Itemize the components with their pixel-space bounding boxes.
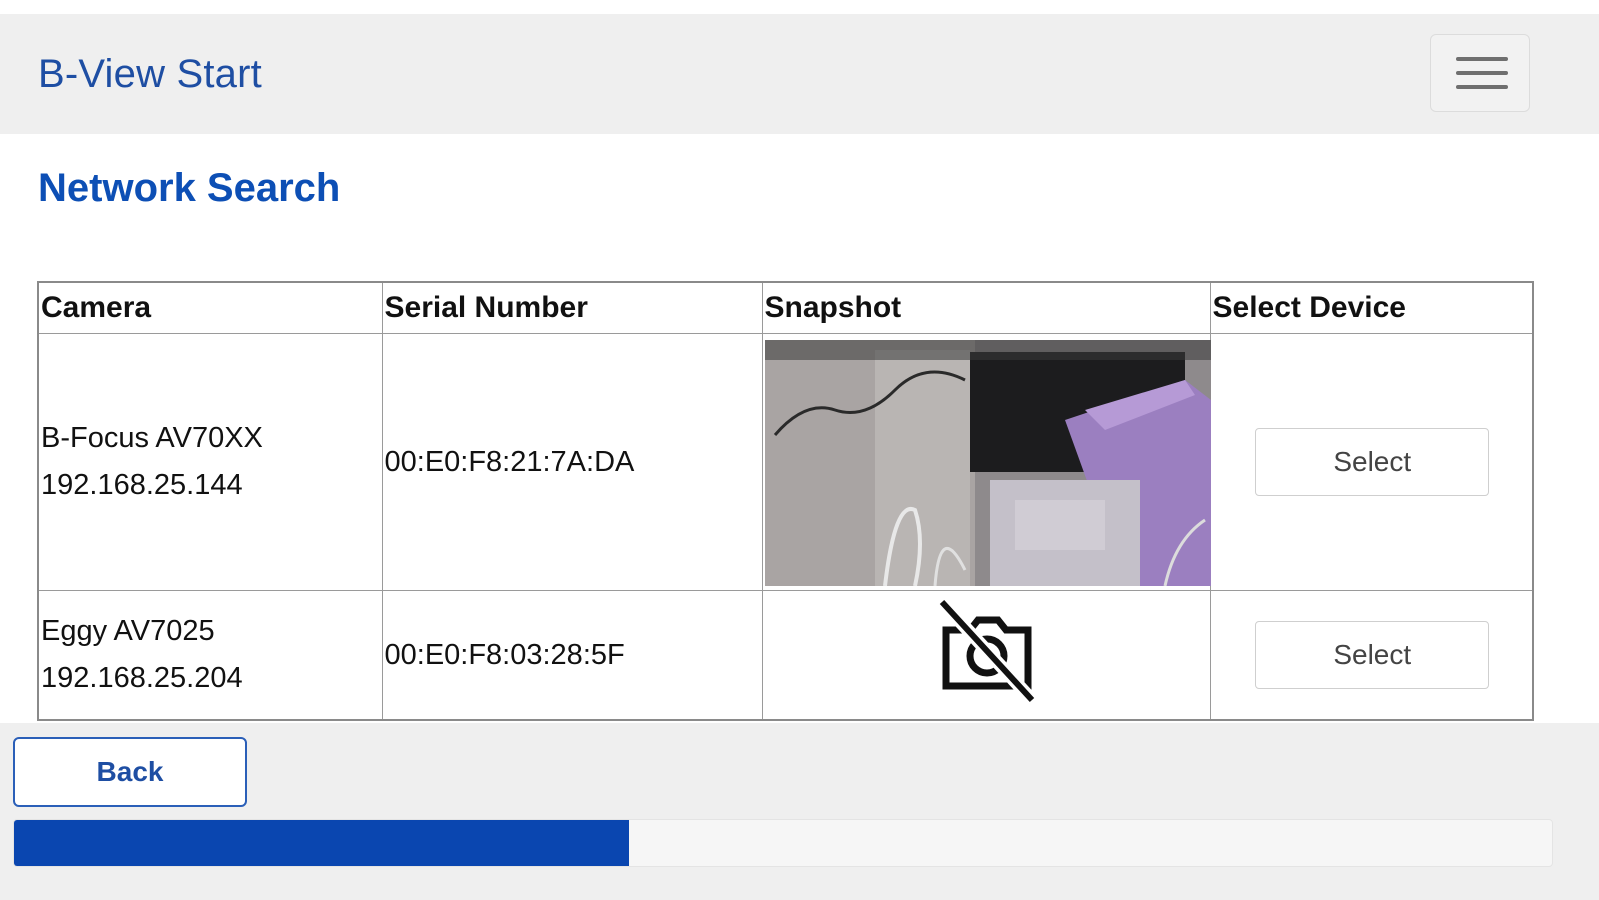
- back-button[interactable]: Back: [13, 737, 247, 807]
- page-title: Network Search: [38, 166, 341, 210]
- progress-bar: [13, 819, 1553, 867]
- column-header-snapshot: Snapshot: [761, 281, 1211, 334]
- device-table: Camera Serial Number Snapshot Select Dev…: [37, 281, 1534, 721]
- app-page: B-View Start Network Search Camera Seria…: [0, 0, 1599, 900]
- column-header-camera: Camera: [37, 281, 383, 334]
- select-button[interactable]: Select: [1255, 621, 1490, 689]
- camera-name: B-Focus AV70XX: [41, 422, 263, 454]
- hamburger-menu-icon: [1456, 57, 1508, 61]
- camera-snapshot-image: [764, 340, 1211, 586]
- menu-button[interactable]: [1430, 34, 1530, 112]
- camera-cell: B-Focus AV70XX 192.168.25.144: [37, 333, 383, 591]
- select-button[interactable]: Select: [1255, 428, 1490, 496]
- camera-cell: Eggy AV7025 192.168.25.204: [37, 590, 383, 721]
- column-header-select-device: Select Device: [1209, 281, 1534, 334]
- serial-number: 00:E0:F8:21:7A:DA: [381, 333, 763, 591]
- table-row: Eggy AV7025 192.168.25.204 00:E0:F8:03:2…: [37, 590, 1534, 721]
- column-header-serial: Serial Number: [381, 281, 763, 334]
- serial-number: 00:E0:F8:03:28:5F: [381, 590, 763, 721]
- table-row: B-Focus AV70XX 192.168.25.144 00:E0:F8:2…: [37, 333, 1534, 591]
- no-camera-image-icon: [937, 597, 1037, 705]
- footer-bar: Back: [0, 723, 1599, 900]
- app-title: B-View Start: [38, 52, 262, 96]
- table-header-row: Camera Serial Number Snapshot Select Dev…: [37, 281, 1534, 334]
- status-bar: [0, 0, 1599, 14]
- camera-ip: 192.168.25.144: [41, 469, 243, 501]
- progress-fill: [14, 820, 630, 866]
- camera-name: Eggy AV7025: [41, 615, 215, 647]
- app-header: B-View Start: [0, 14, 1599, 134]
- select-device-cell: Select: [1209, 590, 1534, 721]
- camera-ip: 192.168.25.204: [41, 662, 243, 694]
- select-device-cell: Select: [1209, 333, 1534, 591]
- snapshot-cell: [761, 590, 1211, 721]
- snapshot-cell: [761, 333, 1211, 591]
